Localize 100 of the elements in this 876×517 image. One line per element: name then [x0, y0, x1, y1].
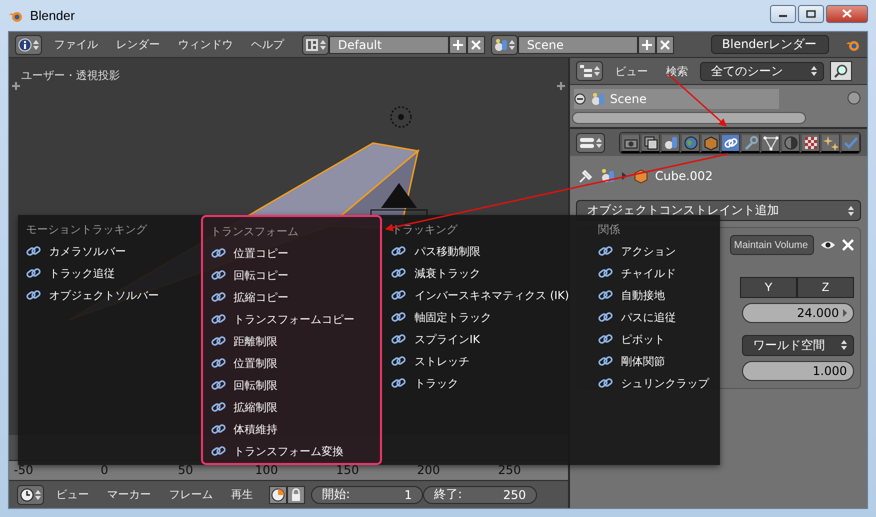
- menu-item[interactable]: パスに追従: [596, 306, 720, 328]
- property-tab[interactable]: [720, 132, 740, 152]
- editor-type-button[interactable]: [576, 61, 603, 81]
- menu-item[interactable]: アクション: [596, 240, 720, 262]
- axis-toggle[interactable]: Z: [797, 276, 854, 298]
- menu-item[interactable]: 再生: [225, 487, 259, 502]
- frame-number: 100: [254, 462, 279, 479]
- record-button[interactable]: [269, 486, 287, 504]
- start-frame-field[interactable]: 開始: 1: [311, 486, 423, 504]
- editor-type-button[interactable]: [576, 132, 605, 152]
- editor-type-button[interactable]: [17, 484, 44, 504]
- updown-arrows-icon: [33, 38, 39, 50]
- chain-link-icon: [598, 310, 614, 324]
- menu-item[interactable]: 減衰トラック: [389, 262, 590, 284]
- menu-item[interactable]: トランスフォーム変換: [208, 440, 380, 462]
- property-tab[interactable]: [820, 132, 840, 152]
- menu-item[interactable]: シュリンクラップ: [596, 372, 720, 394]
- menu-item[interactable]: 回転制限: [208, 374, 380, 396]
- menu-item[interactable]: フレーム: [163, 487, 219, 502]
- menu-item[interactable]: ピボット: [596, 328, 720, 350]
- property-tab[interactable]: [740, 132, 760, 152]
- collapse-icon[interactable]: [574, 93, 586, 105]
- maximize-button[interactable]: [798, 4, 824, 22]
- chain-link-icon: [210, 290, 227, 304]
- browse-button[interactable]: [491, 34, 518, 54]
- remove-button[interactable]: [656, 36, 674, 54]
- influence-field[interactable]: 1.000: [742, 361, 854, 381]
- chain-link-icon: [598, 266, 614, 280]
- menu-item[interactable]: トラック追従: [24, 262, 200, 284]
- menu-item[interactable]: 自動接地: [596, 284, 720, 306]
- field-value: 24.000: [797, 306, 839, 320]
- menu-item[interactable]: カメラソルバー: [24, 240, 200, 262]
- browse-button[interactable]: [302, 34, 329, 54]
- name-field[interactable]: Maintain Volume: [730, 235, 814, 255]
- menu-item[interactable]: 体積維持: [208, 418, 380, 440]
- property-tab[interactable]: [660, 132, 680, 152]
- property-tab[interactable]: [680, 132, 700, 152]
- chain-link-icon: [391, 244, 408, 258]
- editor-type-button[interactable]: [15, 34, 42, 54]
- eye-icon[interactable]: [820, 239, 836, 251]
- menu-item[interactable]: レンダー: [110, 37, 166, 52]
- menu-item[interactable]: チャイルド: [596, 262, 720, 284]
- menu-item[interactable]: 位置制限: [208, 352, 380, 374]
- property-tab[interactable]: [700, 132, 720, 152]
- property-tab[interactable]: [840, 132, 860, 152]
- plus-icon: [453, 40, 463, 50]
- object-name: Cube.002: [655, 169, 713, 183]
- remove-button[interactable]: [467, 36, 485, 54]
- menu-item[interactable]: ウィンドウ: [172, 37, 239, 52]
- menu-item[interactable]: ヘルプ: [245, 37, 290, 52]
- menu-item[interactable]: 回転コピー: [208, 264, 380, 286]
- menu-item[interactable]: オブジェクトソルバー: [24, 284, 200, 306]
- menu-item[interactable]: トランスフォームコピー: [208, 308, 380, 330]
- volume-field[interactable]: 24.000: [742, 303, 854, 323]
- property-tab[interactable]: [760, 132, 780, 152]
- sparkle-icon: [822, 134, 838, 150]
- render-engine-dropdown[interactable]: Blenderレンダー: [711, 35, 829, 54]
- end-frame-field[interactable]: 終了: 250: [423, 486, 537, 504]
- close-icon[interactable]: [842, 239, 854, 251]
- menu-item[interactable]: ファイル: [48, 37, 104, 52]
- property-tab[interactable]: [800, 132, 820, 152]
- space-dropdown[interactable]: ワールド空間: [742, 334, 854, 356]
- menu-item[interactable]: 拡縮制限: [208, 396, 380, 418]
- triangle-vertices-icon: [762, 134, 778, 150]
- close-button[interactable]: [826, 4, 868, 22]
- frame-number: 0: [100, 462, 110, 479]
- filter-dropdown[interactable]: 全てのシーン: [700, 62, 824, 80]
- axis-toggle[interactable]: Y: [740, 276, 797, 298]
- scrollbar[interactable]: [572, 112, 806, 124]
- menu-item[interactable]: トラック: [389, 372, 590, 394]
- menu-item[interactable]: 距離制限: [208, 330, 380, 352]
- menu-item[interactable]: パス移動制限: [389, 240, 590, 262]
- menu-item[interactable]: 位置コピー: [208, 242, 380, 264]
- chain-link-icon: [391, 266, 408, 280]
- frame-number: 150: [335, 462, 360, 479]
- menu-item[interactable]: スプラインIK: [389, 328, 590, 350]
- menu-item[interactable]: 剛体関節: [596, 350, 720, 372]
- search-button[interactable]: [830, 61, 852, 81]
- add-button[interactable]: [449, 36, 467, 54]
- chain-link-icon: [26, 266, 42, 280]
- property-tab[interactable]: [620, 132, 640, 152]
- scene-icon: [494, 38, 508, 52]
- add-button[interactable]: [638, 36, 656, 54]
- outliner-icon: [579, 64, 593, 78]
- menu-item[interactable]: インバースキネマティクス (IK): [389, 284, 590, 306]
- menu-item[interactable]: 拡縮コピー: [208, 286, 380, 308]
- menu-item[interactable]: ストレッチ: [389, 350, 590, 372]
- chain-link-icon: [391, 310, 408, 324]
- dropdown-label: 全てのシーン: [711, 62, 783, 80]
- menu-item[interactable]: ビュー: [609, 64, 654, 78]
- menu-item[interactable]: 検索: [660, 64, 694, 78]
- plus-icon: [12, 82, 20, 90]
- minimize-button[interactable]: [770, 4, 796, 22]
- window-title: Blender: [30, 8, 75, 23]
- updown-arrows-icon: [596, 136, 602, 148]
- property-tab[interactable]: [640, 132, 660, 152]
- lock-button[interactable]: [287, 486, 305, 504]
- menu-item[interactable]: マーカー: [101, 487, 157, 502]
- menu-item[interactable]: ビュー: [50, 487, 95, 502]
- menu-item[interactable]: 軸固定トラック: [389, 306, 590, 328]
